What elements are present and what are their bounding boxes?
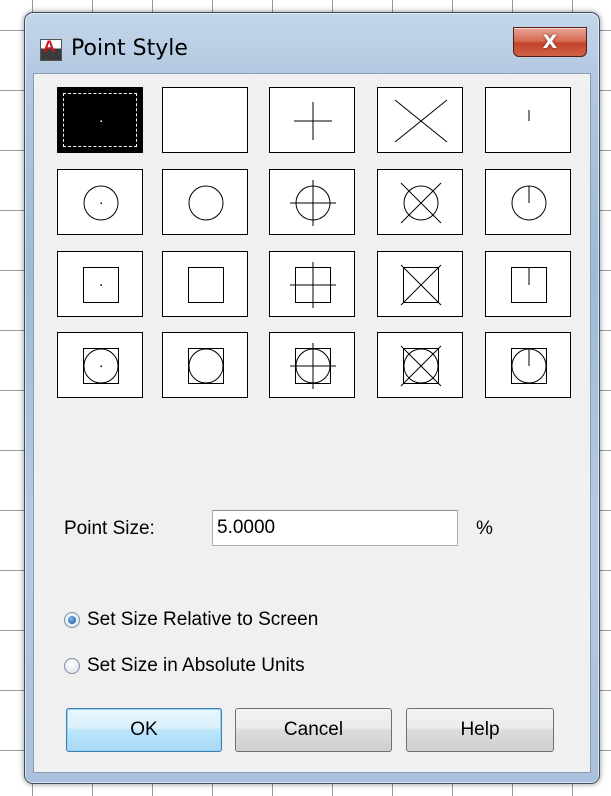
point-style-square-circle-none[interactable] bbox=[162, 332, 248, 398]
absolute-size-radio[interactable] bbox=[64, 658, 80, 674]
point-style-circle-tick[interactable] bbox=[485, 169, 571, 235]
point-style-circle-plus[interactable] bbox=[269, 169, 355, 235]
point-style-dialog: A Point Style X Point Size: % Set Size R… bbox=[24, 12, 600, 784]
point-style-square-circle-cross-icon bbox=[400, 345, 442, 387]
absolute-size-label: Set Size in Absolute Units bbox=[87, 655, 305, 676]
dialog-title: Point Style bbox=[71, 36, 188, 61]
point-style-dot[interactable] bbox=[57, 87, 143, 153]
ok-button[interactable]: OK bbox=[66, 708, 222, 752]
point-style-square-tick-icon bbox=[511, 267, 547, 303]
point-style-circle-dot-icon bbox=[83, 185, 119, 221]
point-style-none[interactable] bbox=[162, 87, 248, 153]
point-style-square-dot-icon bbox=[83, 267, 119, 303]
point-style-square-circle-none-icon bbox=[188, 348, 224, 384]
point-style-square-circle-tick-icon bbox=[511, 348, 547, 384]
point-style-square-circle-cross[interactable] bbox=[377, 332, 463, 398]
point-style-square-plus[interactable] bbox=[269, 251, 355, 317]
close-button[interactable]: X bbox=[513, 27, 587, 57]
point-style-square-circle-dot-icon bbox=[83, 348, 119, 384]
point-style-square-circle-plus-icon bbox=[290, 343, 336, 389]
dialog-client-area: Point Size: % Set Size Relative to Scree… bbox=[33, 73, 591, 773]
point-style-circle-cross-icon bbox=[400, 182, 442, 224]
point-style-square-none-icon bbox=[188, 267, 224, 303]
point-size-label: Point Size: bbox=[64, 518, 155, 539]
relative-size-label: Set Size Relative to Screen bbox=[87, 609, 319, 630]
point-style-none-icon bbox=[163, 88, 249, 154]
autocad-app-icon: A bbox=[40, 37, 62, 61]
relative-size-radio[interactable] bbox=[64, 612, 80, 628]
relative-size-option[interactable]: Set Size Relative to Screen bbox=[64, 609, 318, 631]
point-style-square-dot[interactable] bbox=[57, 251, 143, 317]
selection-focus-rect bbox=[63, 93, 137, 147]
cancel-button[interactable]: Cancel bbox=[235, 708, 392, 752]
point-style-square-circle-tick[interactable] bbox=[485, 332, 571, 398]
point-style-square-circle-plus[interactable] bbox=[269, 332, 355, 398]
point-style-tick[interactable] bbox=[485, 87, 571, 153]
close-icon: X bbox=[542, 31, 558, 53]
point-style-tick-icon bbox=[528, 110, 530, 121]
point-style-circle-none-icon bbox=[188, 185, 224, 221]
point-style-circle-dot[interactable] bbox=[57, 169, 143, 235]
point-style-circle-plus-icon bbox=[290, 180, 336, 226]
point-style-circle-tick-icon bbox=[511, 185, 547, 221]
point-style-square-circle-dot[interactable] bbox=[57, 332, 143, 398]
point-style-square-tick[interactable] bbox=[485, 251, 571, 317]
point-size-input[interactable] bbox=[212, 510, 458, 546]
point-size-unit: % bbox=[476, 518, 493, 539]
point-style-square-cross-icon bbox=[400, 264, 442, 306]
absolute-size-option[interactable]: Set Size in Absolute Units bbox=[64, 655, 305, 677]
point-style-cross[interactable] bbox=[377, 87, 463, 153]
point-style-cross-icon bbox=[394, 99, 448, 143]
point-style-circle-none[interactable] bbox=[162, 169, 248, 235]
help-button[interactable]: Help bbox=[406, 708, 554, 752]
point-style-square-none[interactable] bbox=[162, 251, 248, 317]
point-style-square-cross[interactable] bbox=[377, 251, 463, 317]
point-style-circle-cross[interactable] bbox=[377, 169, 463, 235]
point-style-plus-icon bbox=[294, 102, 332, 140]
point-style-square-plus-icon bbox=[290, 262, 336, 308]
point-style-plus[interactable] bbox=[269, 87, 355, 153]
